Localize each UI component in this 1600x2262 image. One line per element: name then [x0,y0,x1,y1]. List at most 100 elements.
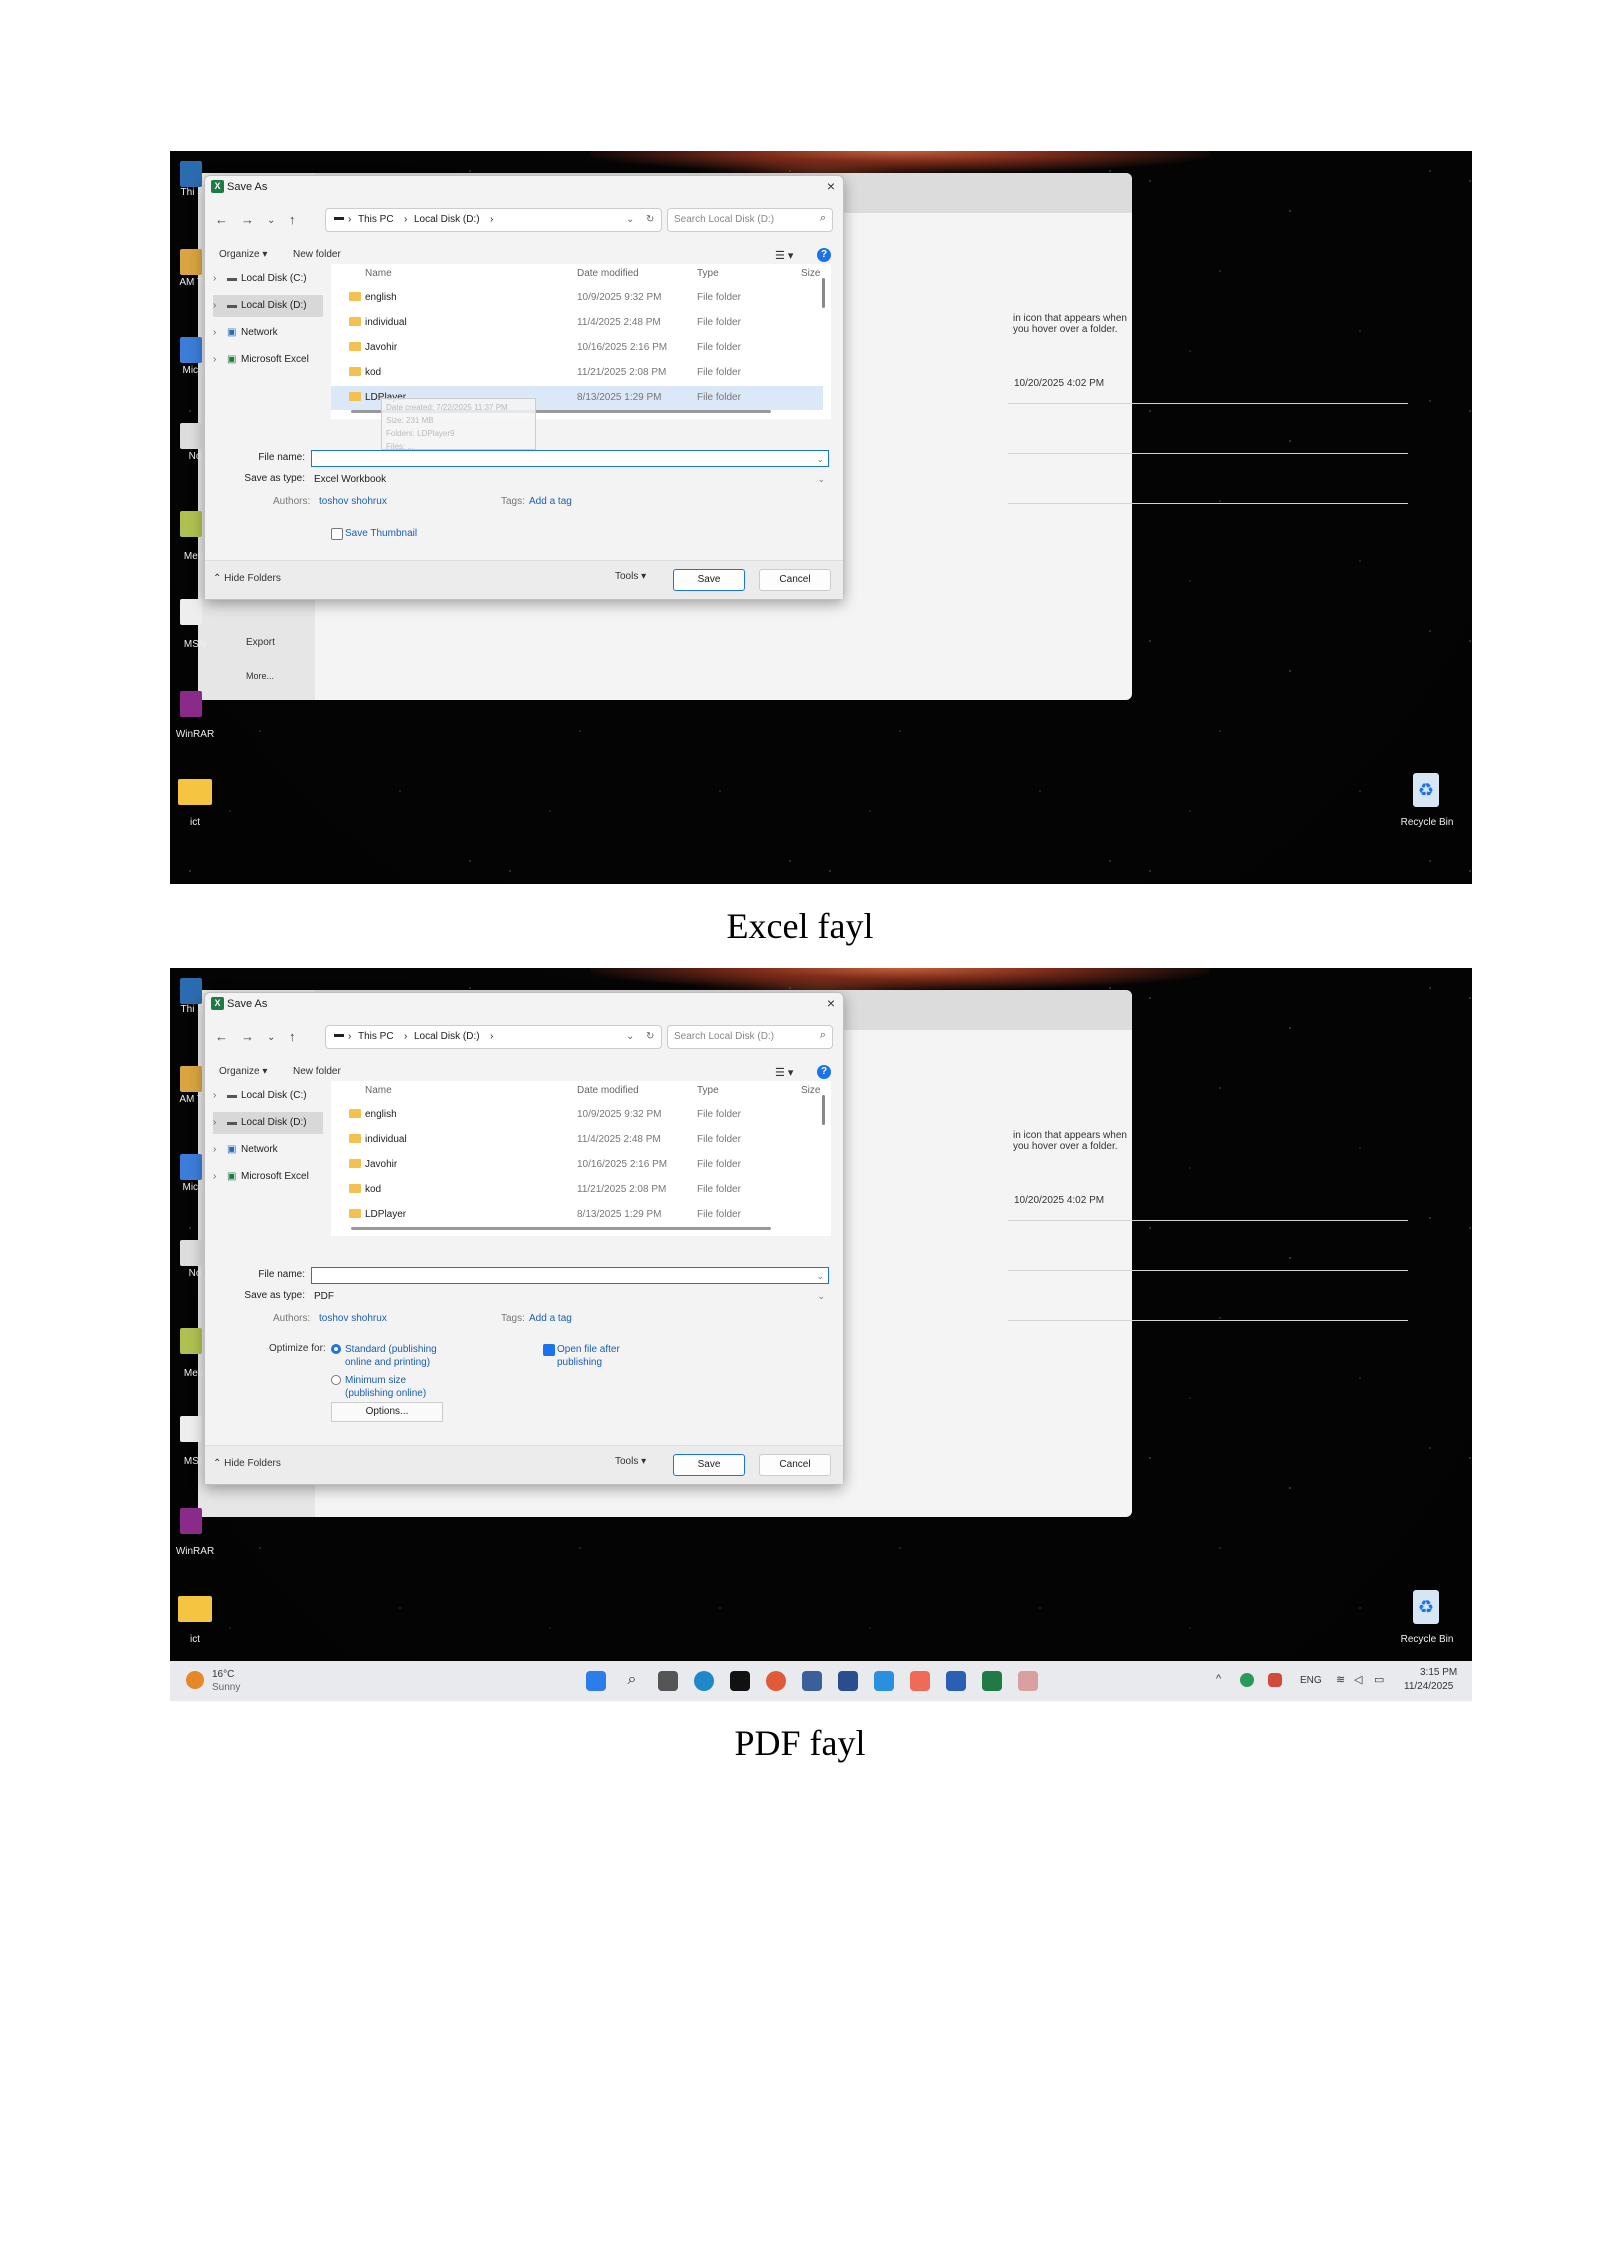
column-date-modified[interactable]: Date modified [577,1085,639,1096]
task-view-icon[interactable] [658,1671,678,1691]
clock-date[interactable]: 11/24/2025 [1404,1681,1453,1692]
volume-icon[interactable]: ◁ [1354,1673,1362,1686]
column-size[interactable]: Size [801,268,820,279]
word-icon[interactable] [946,1671,966,1691]
file-name-input[interactable]: ⌄ [311,1267,829,1284]
search-input[interactable]: Search Local Disk (D:) ⌕ [667,208,833,232]
organize-button[interactable]: Organize ▾ [219,1066,267,1077]
address-bar[interactable]: ▬ › This PC › Local Disk (D:) › ⌄ ↻ [325,208,662,232]
column-type[interactable]: Type [697,268,719,279]
optimize-standard-radio[interactable] [331,1344,341,1354]
tradingview-icon[interactable] [730,1671,750,1691]
table-row[interactable]: Javohir 10/16/2025 2:16 PM File folder [331,1153,823,1177]
save-thumbnail-label[interactable]: Save Thumbnail [345,528,417,539]
close-icon[interactable]: × [827,995,835,1011]
column-date-modified[interactable]: Date modified [577,268,639,279]
chevron-right-icon[interactable]: › [213,1166,227,1188]
refresh-icon[interactable]: ↻ [646,1031,654,1042]
cancel-button[interactable]: Cancel [759,569,831,591]
weather-sun-icon[interactable] [186,1671,204,1689]
back-arrow-icon[interactable]: ← [215,212,228,227]
organize-button[interactable]: Organize ▾ [219,249,267,260]
new-folder-button[interactable]: New folder [293,1066,341,1077]
chevron-down-icon[interactable]: ⌄ [267,1032,275,1043]
this-pc-icon[interactable] [180,978,202,1004]
save-thumbnail-checkbox[interactable] [331,528,343,540]
table-row[interactable]: LDPlayer8/13/2025 1:29 PMFile folder [331,1203,823,1227]
tray-icon[interactable] [1240,1673,1254,1687]
tree-item-network[interactable]: › ▣ Network [213,322,323,344]
app-icon[interactable] [874,1671,894,1691]
hide-folders-button[interactable]: ⌃ Hide Folders [213,1458,281,1469]
app-icon[interactable] [838,1671,858,1691]
weather-desc[interactable]: Sunny [212,1682,240,1693]
new-folder-button[interactable]: New folder [293,249,341,260]
msn-icon[interactable] [180,1416,202,1442]
breadcrumb-drive[interactable]: Local Disk (D:) [414,214,480,225]
save-button[interactable]: Save [673,1454,745,1476]
view-options-icon[interactable]: ☰ ▾ [775,249,793,262]
cancel-button[interactable]: Cancel [759,1454,831,1476]
chevron-down-icon[interactable]: ⌄ [817,471,825,488]
clock-time[interactable]: 3:15 PM [1420,1667,1457,1678]
column-name[interactable]: Name [365,1085,392,1096]
address-bar[interactable]: ▬ › This PC › Local Disk (D:) › ⌄ ↻ [325,1025,662,1049]
excel-icon[interactable] [982,1671,1002,1691]
meta-icon[interactable] [180,511,202,537]
folder-icon[interactable] [178,1596,212,1622]
add-tag-link[interactable]: Add a tag [529,496,572,507]
up-arrow-icon[interactable]: ↑ [289,212,296,227]
edge-icon[interactable] [694,1671,714,1691]
notepad-icon[interactable] [180,1240,202,1266]
tree-item-network[interactable]: › ▣ Network [213,1139,323,1161]
chevron-down-icon[interactable]: ⌄ [626,1031,634,1042]
forward-arrow-icon[interactable]: → [241,212,254,227]
tree-item-local-disk-d[interactable]: › ▬ Local Disk (D:) [213,295,323,317]
chevron-right-icon[interactable]: › [213,1112,227,1134]
msn-icon[interactable] [180,599,202,625]
table-row[interactable]: english 10/9/2025 9:32 PM File folder [331,1103,823,1127]
help-icon[interactable]: ? [817,248,831,262]
column-type[interactable]: Type [697,1085,719,1096]
optimize-minimum-radio[interactable] [331,1375,341,1385]
tree-item-microsoft-excel[interactable]: › ▣ Microsoft Excel [213,349,323,371]
folder-icon[interactable] [180,1066,202,1092]
start-windows-icon[interactable] [586,1671,606,1691]
open-after-publishing-checkbox[interactable] [543,1344,555,1356]
chevron-right-icon[interactable]: › [213,1139,227,1161]
telegram-icon[interactable] [910,1671,930,1691]
search-icon[interactable]: ⌕ [622,1671,642,1691]
this-pc-icon[interactable] [180,161,202,187]
tree-item-microsoft-excel[interactable]: › ▣ Microsoft Excel [213,1166,323,1188]
tree-item-local-disk-d[interactable]: › ▬ Local Disk (D:) [213,1112,323,1134]
file-name-input[interactable]: ⌄ [311,450,829,467]
chevron-down-icon[interactable]: ⌄ [816,1268,824,1285]
winrar-icon[interactable] [180,691,202,717]
chevron-right-icon[interactable]: › [213,1085,227,1107]
column-size[interactable]: Size [801,1085,820,1096]
export-menu-item[interactable]: Export [246,637,275,648]
language-indicator[interactable]: ENG [1300,1675,1322,1686]
back-arrow-icon[interactable]: ← [215,1029,228,1044]
table-row[interactable]: individual 11/4/2025 2:48 PM File folder [331,311,823,335]
tools-button[interactable]: Tools ▾ [615,571,646,582]
table-row[interactable]: english 10/9/2025 9:32 PM File folder [331,286,823,310]
tray-icon[interactable] [1268,1673,1282,1687]
options-button[interactable]: Options... [331,1402,443,1422]
hide-folders-button[interactable]: ⌃ Hide Folders [213,573,281,584]
add-tag-link[interactable]: Add a tag [529,1313,572,1324]
app-icon[interactable] [180,1154,202,1180]
chevron-right-icon[interactable]: › [213,268,227,290]
help-icon[interactable]: ? [817,1065,831,1079]
winrar-icon[interactable] [180,1508,202,1534]
view-options-icon[interactable]: ☰ ▾ [775,1066,793,1079]
chevron-right-icon[interactable]: › [213,322,227,344]
table-row[interactable]: kod 11/21/2025 2:08 PM File folder [331,361,823,385]
folder-icon[interactable] [180,249,202,275]
weather-temp[interactable]: 16°C [212,1669,234,1680]
breadcrumb-drive[interactable]: Local Disk (D:) [414,1031,480,1042]
vertical-scrollbar[interactable] [822,278,825,308]
breadcrumb-this-pc[interactable]: This PC [358,214,394,225]
chevron-down-icon[interactable]: ⌄ [267,215,275,226]
app-icon[interactable] [180,337,202,363]
